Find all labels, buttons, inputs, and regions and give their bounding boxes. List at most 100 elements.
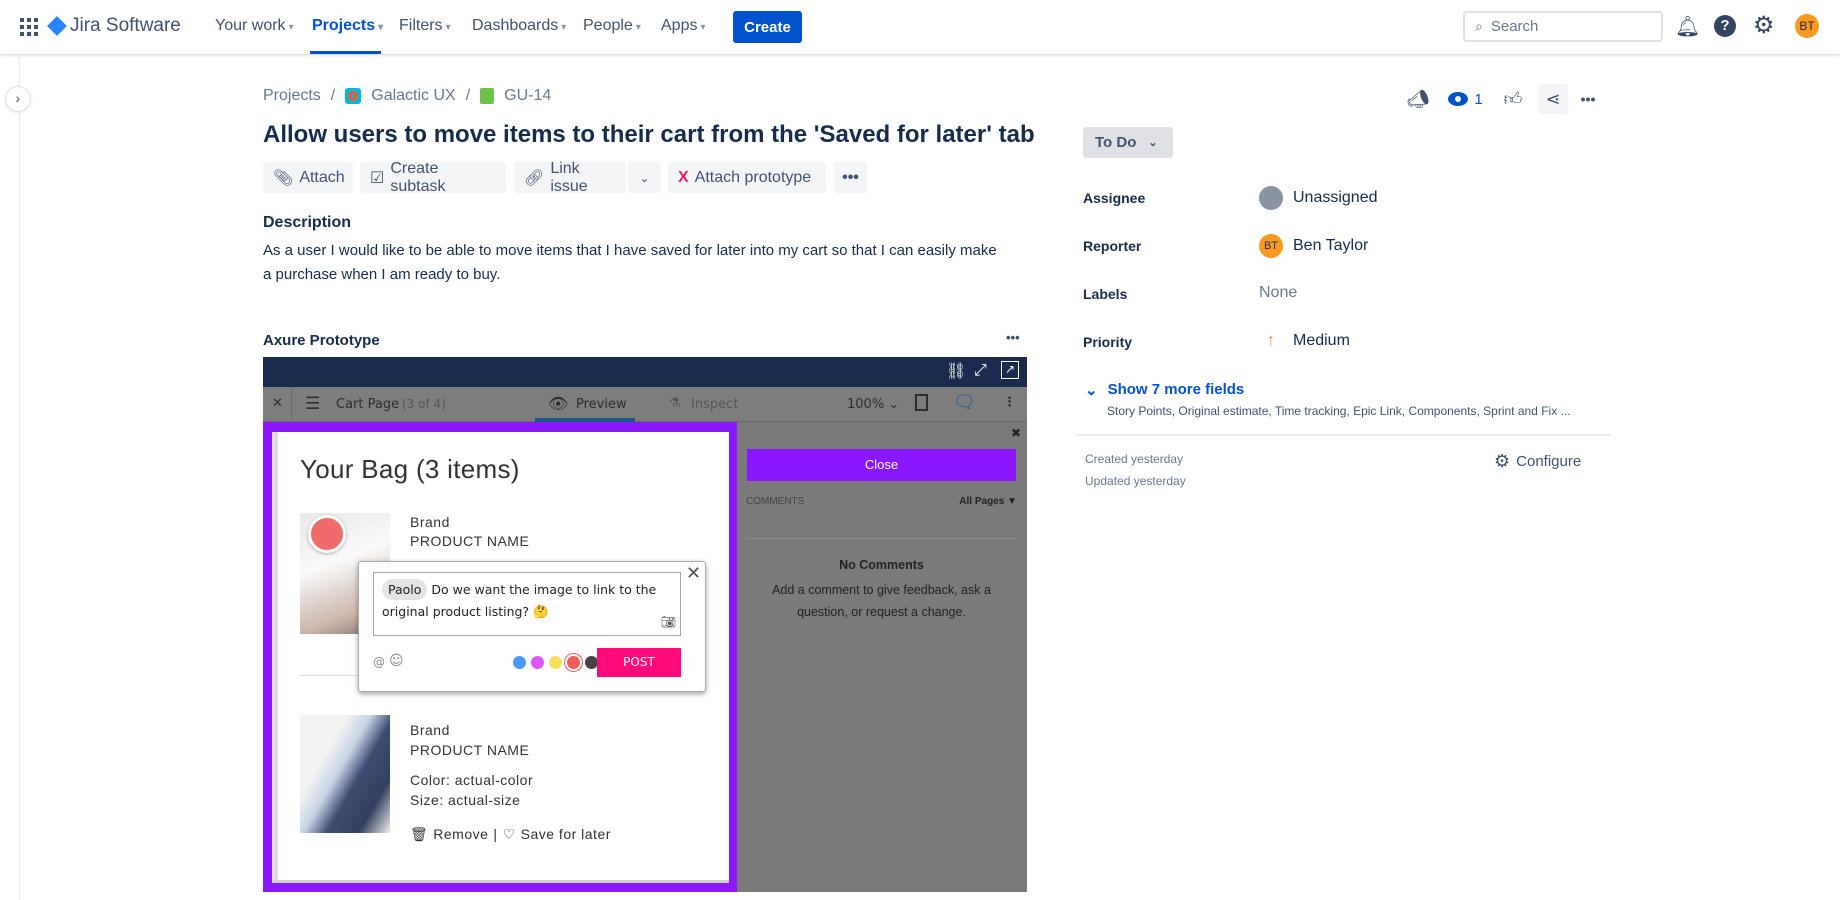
jira-diamond-icon [47, 16, 67, 36]
tab-preview[interactable]: Preview [576, 397, 627, 412]
jira-logo[interactable]: Jira Software [47, 15, 181, 37]
page-filter-dropdown[interactable]: All Pages ▼ [959, 496, 1017, 507]
prototype-toolbar: ✕ ☰ Cart Page (3 of 4) 👁︎ Preview ⚗ Insp… [263, 387, 1027, 422]
fullscreen-icon[interactable]: ⤢ [974, 360, 987, 380]
description-text[interactable]: As a user I would like to be able to mov… [263, 239, 1003, 287]
tab-inspect[interactable]: Inspect [691, 397, 738, 412]
product-name[interactable]: PRODUCT NAME [410, 533, 529, 549]
priority-field[interactable]: ↑ Medium [1259, 332, 1350, 350]
user-avatar[interactable]: BT [1795, 14, 1819, 38]
reporter-label: Reporter [1083, 238, 1142, 254]
product-name[interactable]: PRODUCT NAME [410, 742, 529, 758]
no-comments-title: No Comments [839, 558, 924, 572]
close-icon[interactable]: ✕ [686, 563, 701, 584]
labels-label: Labels [1083, 286, 1128, 302]
nav-filters[interactable]: Filters ▾ [399, 17, 451, 35]
show-more-label: Show 7 more fields [1107, 381, 1245, 398]
close-button[interactable]: Close [747, 449, 1016, 481]
app-switcher-icon[interactable] [20, 18, 38, 36]
divider [1076, 434, 1611, 436]
unlink-icon[interactable]: ⛓ [946, 361, 966, 380]
nav-projects[interactable]: Projects ▾ [312, 17, 383, 35]
attach-prototype-button[interactable]: X Attach prototype [668, 162, 826, 193]
emoji-button[interactable]: ☺ [389, 653, 404, 669]
camera-icon[interactable]: 📷︎ [661, 611, 676, 633]
product-brand: Brand [410, 514, 450, 530]
eye-icon [1448, 92, 1469, 106]
post-button[interactable]: POST [597, 648, 681, 677]
watch-button[interactable]: 1 [1438, 91, 1493, 108]
close-panel-icon[interactable]: ✖ [1011, 426, 1021, 440]
breadcrumb-issue-key[interactable]: GU-14 [504, 87, 551, 105]
story-icon [480, 88, 495, 104]
separator: | [493, 826, 498, 842]
attach-button[interactable]: 📎︎ Attach [263, 162, 353, 193]
share-icon[interactable]: ⋖ [1538, 84, 1568, 114]
pages-menu-icon[interactable]: ☰ [305, 394, 320, 414]
create-subtask-button[interactable]: ☑ Create subtask [360, 159, 506, 195]
divider [747, 538, 1016, 539]
item-actions: 🗑︎ Remove | ♡ Save for later [410, 826, 611, 843]
separator: / [330, 87, 336, 104]
expand-sidebar-button[interactable]: › [6, 87, 30, 111]
notifications-bell-icon[interactable]: 🔔︎ [1675, 14, 1700, 39]
breadcrumb-projects[interactable]: Projects [263, 87, 321, 105]
more-vertical-icon[interactable]: ⋮ [1003, 395, 1016, 410]
nav-people[interactable]: People ▾ [583, 17, 641, 35]
nav-dashboards[interactable]: Dashboards ▾ [472, 17, 566, 35]
color-swatch-yellow[interactable] [549, 656, 562, 669]
link-issue-dropdown[interactable]: ⌄ [628, 162, 661, 193]
product-name: Jira Software [70, 15, 181, 36]
color-swatch-red-selected[interactable] [567, 656, 580, 669]
issue-title[interactable]: Allow users to move items to their cart … [263, 121, 1035, 149]
more-icon[interactable]: ••• [1568, 91, 1608, 107]
chevron-down-icon: ⌄ [1148, 137, 1158, 149]
open-external-icon[interactable]: ↗ [1001, 361, 1019, 379]
search-input[interactable]: ⌕ Search [1463, 11, 1663, 42]
nav-apps[interactable]: Apps ▾ [661, 17, 706, 35]
save-for-later-link[interactable]: Save for later [521, 826, 611, 843]
button-label: Create subtask [390, 159, 446, 195]
product-size: Size: actual-size [410, 792, 521, 808]
labels-field[interactable]: None [1259, 284, 1297, 302]
priority-label: Priority [1083, 334, 1133, 350]
zoom-select[interactable]: 100% ⌄ [847, 397, 899, 412]
configure-button[interactable]: ⚙ Configure [1494, 451, 1581, 472]
comment-textarea[interactable]: Paolo Do we want the image to link to th… [373, 572, 681, 636]
reporter-field[interactable]: BT Ben Taylor [1259, 234, 1368, 258]
settings-gear-icon[interactable]: ⚙ [1753, 11, 1775, 40]
remove-link[interactable]: Remove [433, 826, 488, 843]
help-icon[interactable]: ? [1714, 15, 1736, 37]
bag-title: Your Bag (3 items) [300, 454, 520, 484]
hidden-fields-list: Story Points, Original estimate, Time tr… [1107, 404, 1571, 418]
color-swatch-pink[interactable] [531, 656, 544, 669]
comment-pin[interactable] [308, 515, 346, 553]
link-issue-button[interactable]: 🔗︎ Link issue [514, 160, 626, 195]
color-swatch-blue[interactable] [513, 656, 526, 669]
product-image-shirts[interactable] [300, 715, 390, 833]
page-name[interactable]: Cart Page [336, 397, 399, 412]
product-brand: Brand [410, 722, 450, 738]
paperclip-icon: 📎︎ [273, 169, 294, 187]
more-actions-button[interactable]: ••• [834, 162, 867, 193]
close-icon[interactable]: ✕ [272, 396, 283, 411]
mention-button[interactable]: @ [373, 655, 385, 669]
button-label: Attach prototype [694, 168, 812, 186]
search-icon: ⌕ [1475, 18, 1483, 34]
color-picker [513, 656, 598, 669]
like-thumbs-up-icon[interactable]: 👍︎ [1493, 88, 1533, 110]
prototype-more-icon[interactable]: ••• [1006, 330, 1020, 345]
trash-icon: 🗑︎ [410, 826, 429, 842]
nav-your-work[interactable]: Your work ▾ [215, 17, 294, 35]
create-button[interactable]: Create [733, 11, 802, 43]
separator: / [465, 87, 471, 104]
breadcrumb-project[interactable]: Galactic UX [371, 87, 455, 105]
assignee-field[interactable]: Unassigned [1259, 186, 1378, 210]
axure-prototype-embed: ⛓ ⤢ ↗ ✕ ☰ Cart Page (3 of 4) 👁︎ Preview … [263, 357, 1027, 892]
show-more-fields-button[interactable]: ⌄ Show 7 more fields [1085, 381, 1244, 399]
notes-icon[interactable] [915, 394, 928, 411]
comments-icon[interactable]: 🗨 [953, 392, 976, 413]
prototype-canvas: Your Bag (3 items) Brand PRODUCT NAME Br… [263, 422, 737, 892]
feedback-megaphone-icon[interactable]: 📣︎ [1398, 89, 1438, 110]
status-dropdown[interactable]: To Do ⌄ [1083, 127, 1173, 158]
